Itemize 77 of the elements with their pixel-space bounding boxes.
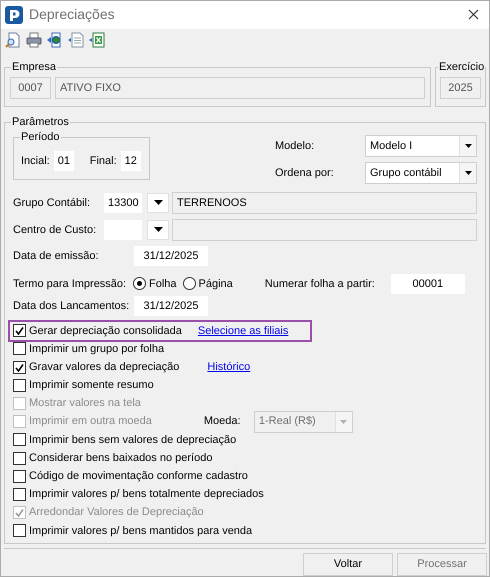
checkbox-box[interactable] [13, 452, 26, 464]
checkbox[interactable]: Gravar valores da depreciação [13, 358, 180, 376]
close-icon [468, 9, 478, 20]
radio-button[interactable] [182, 277, 196, 290]
toolbar-button[interactable] [25, 30, 43, 49]
check-icon [15, 326, 24, 336]
printer-icon [26, 32, 42, 48]
checkbox: Arredondar Valores de Depreciação [13, 504, 204, 521]
date-field[interactable]: 31/12/2025 [133, 244, 209, 267]
field-label: Grupo Contábil: [13, 196, 92, 211]
link[interactable]: Selecione as filiais [198, 322, 288, 340]
checkbox-box[interactable] [13, 342, 26, 356]
field-label: Numerar folha a partir: [264, 276, 376, 292]
toolbar-button[interactable] [67, 30, 85, 49]
window-title: Depreciações [29, 5, 116, 24]
checkbox-box[interactable] [13, 433, 26, 446]
checkbox-box[interactable] [13, 324, 26, 338]
radio-label: Folha [149, 276, 177, 292]
check-icon [15, 508, 24, 518]
caret-icon [154, 200, 162, 206]
start-field[interactable]: 01 [52, 150, 75, 172]
field-label: Moeda: [204, 414, 242, 430]
dialog-button[interactable]: Voltar [303, 553, 393, 576]
field-label: Centro de Custo: [13, 222, 98, 238]
field-label: Final: [90, 154, 117, 170]
date-field[interactable]: 31/12/2025 [133, 294, 209, 317]
checkbox[interactable]: Gerar depreciação consolidada [13, 322, 182, 340]
checkbox-box[interactable] [13, 378, 26, 392]
dropdown-button[interactable] [459, 136, 476, 156]
checkbox[interactable]: Imprimir valores p/ bens totalmente depreciados [13, 486, 264, 503]
checkbox[interactable]: Imprimir um grupo por folha [13, 340, 164, 358]
checkbox-box[interactable] [13, 360, 26, 374]
model-select[interactable]: Modelo I [365, 134, 477, 157]
field-label: Incial: [21, 154, 50, 170]
checkbox[interactable]: Imprimir somente resumo [13, 377, 154, 394]
caret-icon [464, 144, 472, 148]
checkbox-box[interactable] [13, 488, 26, 501]
field-label: Data de emissão: [13, 248, 100, 264]
checkbox-box[interactable] [13, 524, 26, 538]
radio-label: Página [198, 276, 233, 292]
magnifier-document-icon [5, 32, 21, 48]
dropdown-button[interactable] [459, 162, 476, 183]
checkbox: Imprimir em outra moeda [13, 413, 152, 430]
name-field[interactable]: ATIVO FIXO [55, 76, 425, 99]
code-field[interactable]: 13300 [103, 192, 143, 214]
caret-icon [154, 227, 162, 232]
document-icon [68, 32, 84, 48]
app-logo-icon [5, 6, 23, 24]
globe-document-icon [47, 32, 63, 48]
spreadsheet-icon [89, 32, 105, 48]
toolbar-button[interactable] [88, 30, 106, 49]
code-field[interactable]: 0007 [10, 76, 51, 99]
toolbar-button[interactable] [4, 30, 22, 49]
caret-icon [464, 170, 472, 175]
radio-button[interactable] [133, 277, 146, 290]
check-icon [15, 362, 24, 372]
checkbox[interactable]: Código de movimentação conforme cadastro [13, 468, 248, 484]
group-label: Empresa [11, 60, 58, 74]
field-label: Ordena por: [275, 166, 335, 181]
checkbox-box[interactable] [13, 470, 26, 483]
description-field[interactable] [172, 218, 477, 241]
number-field[interactable]: 00001 [390, 272, 466, 295]
field-label: Modelo: [275, 138, 316, 154]
sort-select[interactable]: Grupo contábil [365, 162, 477, 184]
field-label: Termo para Impressão: [13, 276, 128, 292]
year-field[interactable]: 2025 [440, 76, 481, 99]
checkbox[interactable]: Imprimir valores p/ bens mantidos para venda [13, 522, 252, 539]
checkbox[interactable]: Considerar bens baixados no período [13, 450, 212, 466]
checkbox[interactable]: Imprimir bens sem valores de depreciação [13, 432, 236, 448]
field-label: Data dos Lancamentos: [13, 298, 130, 314]
checkbox: Mostrar valores na tela [13, 395, 141, 412]
dropdown-button[interactable] [147, 220, 169, 240]
description-field[interactable]: TERRENOOS [172, 192, 477, 214]
dropdown-button[interactable] [147, 192, 169, 213]
link[interactable]: Histórico [207, 358, 250, 376]
caret-icon [340, 420, 348, 424]
end-field[interactable]: 12 [120, 150, 142, 172]
